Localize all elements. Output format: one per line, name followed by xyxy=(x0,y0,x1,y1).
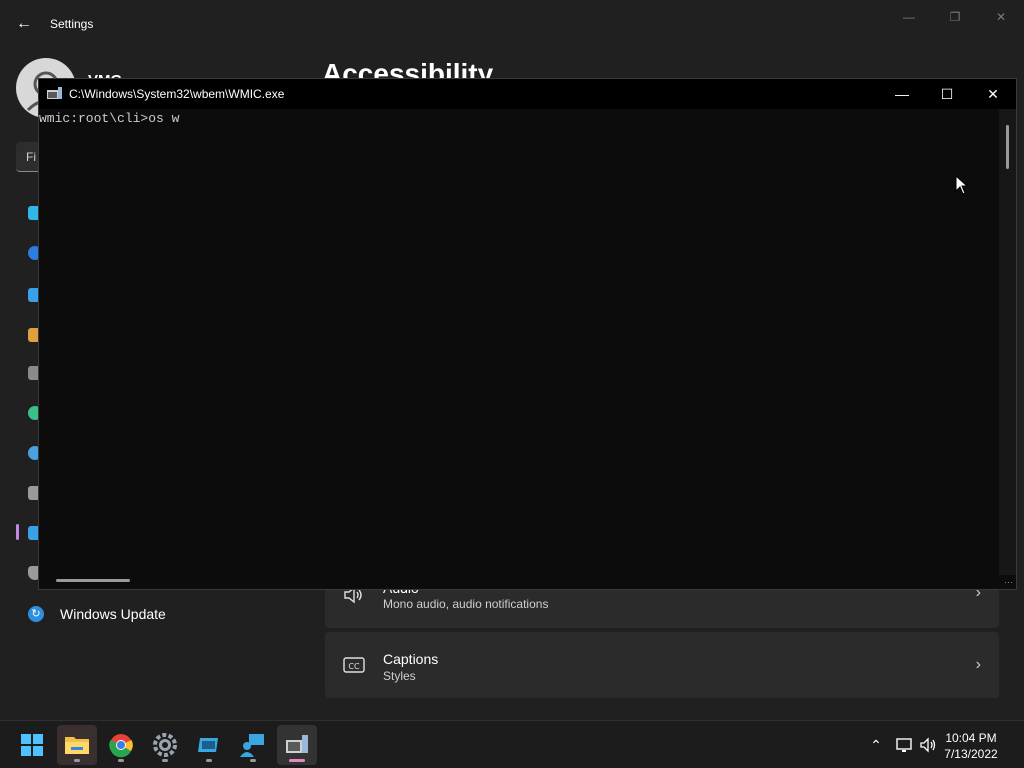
captions-card-title: Captions xyxy=(383,651,439,667)
clock-time: 10:04 PM xyxy=(945,731,997,745)
captions-card-subtitle: Styles xyxy=(383,669,416,683)
captions-card[interactable]: CC Captions Styles › xyxy=(325,632,999,698)
taskbar: ⌃ 10:04 PM 7/13/2022 xyxy=(0,720,1024,768)
start-button[interactable] xyxy=(12,725,52,765)
console-titlebar[interactable]: C:\Windows\System32\wbem\WMIC.exe — ☐ ✕ xyxy=(39,79,1016,109)
active-indicator xyxy=(289,759,305,762)
wmic-app-icon xyxy=(47,87,62,99)
settings-restore-button[interactable]: ❐ xyxy=(940,8,970,26)
console-close-button[interactable]: ✕ xyxy=(970,79,1016,109)
taskbar-app-window[interactable] xyxy=(189,725,229,765)
taskbar-settings[interactable] xyxy=(145,725,185,765)
taskbar-remote-desktop[interactable] xyxy=(233,725,273,765)
settings-title: Settings xyxy=(50,17,94,31)
volume-icon[interactable] xyxy=(918,735,938,755)
console-prompt-line[interactable]: wmic:root\cli>os w xyxy=(39,111,179,126)
settings-minimize-button[interactable]: — xyxy=(894,8,924,26)
vertical-scroll-thumb[interactable] xyxy=(1006,125,1009,169)
console-maximize-button[interactable]: ☐ xyxy=(924,79,970,109)
resize-grip-icon[interactable]: ⋯ xyxy=(1004,577,1014,587)
clock-date: 7/13/2022 xyxy=(944,747,998,761)
horizontal-scroll-thumb[interactable] xyxy=(56,579,130,582)
back-arrow-icon[interactable]: ← xyxy=(12,12,36,36)
running-indicator xyxy=(74,759,80,762)
running-indicator xyxy=(118,759,124,762)
taskbar-chrome[interactable] xyxy=(101,725,141,765)
chevron-up-icon[interactable]: ⌃ xyxy=(866,735,886,755)
chevron-right-icon: › xyxy=(975,656,981,673)
console-title: C:\Windows\System32\wbem\WMIC.exe xyxy=(69,87,285,101)
captions-icon: CC xyxy=(343,656,365,678)
console-minimize-button[interactable]: — xyxy=(879,79,925,109)
windows-update-icon: ↻ xyxy=(28,606,44,622)
running-indicator xyxy=(250,759,256,762)
sidebar-item-label: Windows Update xyxy=(60,606,166,622)
running-indicator xyxy=(162,759,168,762)
windows-logo-icon xyxy=(21,734,43,756)
taskbar-file-explorer[interactable] xyxy=(57,725,97,765)
audio-card-subtitle: Mono audio, audio notifications xyxy=(383,597,549,611)
taskbar-wmic[interactable] xyxy=(277,725,317,765)
wmic-console-window[interactable]: C:\Windows\System32\wbem\WMIC.exe — ☐ ✕ … xyxy=(38,78,1017,590)
mouse-cursor-icon xyxy=(955,175,969,195)
nav-selected-indicator xyxy=(16,524,19,540)
system-clock[interactable]: 10:04 PM 7/13/2022 xyxy=(936,730,1006,762)
network-icon[interactable] xyxy=(894,735,914,755)
running-indicator xyxy=(206,759,212,762)
console-vertical-scrollbar[interactable] xyxy=(999,109,1016,575)
sidebar-item-windows-update[interactable]: ↻ Windows Update xyxy=(16,600,306,628)
svg-text:CC: CC xyxy=(348,662,360,671)
settings-titlebar: ← Settings — ❐ ✕ xyxy=(0,0,1024,48)
console-horizontal-scrollbar[interactable] xyxy=(39,572,999,589)
settings-close-button[interactable]: ✕ xyxy=(986,8,1016,26)
